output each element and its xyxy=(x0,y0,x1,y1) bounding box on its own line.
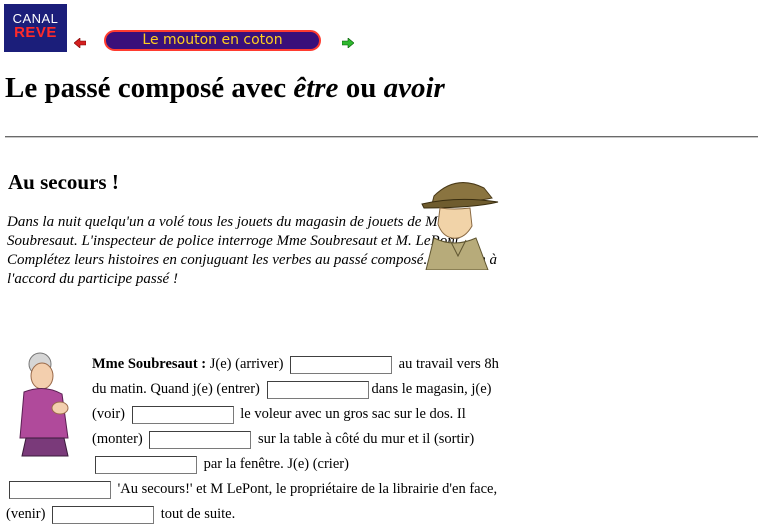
page-title: Le passé composé avec être ou avoir xyxy=(5,72,445,105)
speaker-label: Mme Soubresaut : xyxy=(92,356,207,372)
detective-illustration xyxy=(421,182,499,270)
blank-crier-input[interactable] xyxy=(9,480,111,499)
title-part-a: Le passé composé avec xyxy=(5,72,294,104)
page: CANAL REVE Le mouton en coton Le passé c… xyxy=(0,0,758,524)
section-title: Au secours ! xyxy=(8,170,119,194)
canal-reve-logo[interactable]: CANAL REVE xyxy=(4,4,67,52)
blank-arriver-input[interactable] xyxy=(290,355,393,374)
blank-venir-input[interactable] xyxy=(52,505,155,524)
title-part-ou: ou xyxy=(338,72,384,104)
blank-entrer-input[interactable] xyxy=(266,380,369,399)
blank-voir-input[interactable] xyxy=(131,405,234,424)
logo-line2: REVE xyxy=(14,24,57,41)
story-title-button[interactable]: Le mouton en coton xyxy=(104,30,321,51)
arrow-right-icon[interactable] xyxy=(342,38,354,48)
exercise-text-1: J(e) (arriver) xyxy=(206,356,288,372)
blank-monter-input[interactable] xyxy=(149,430,252,449)
horizontal-divider xyxy=(5,136,758,138)
logo-line1: CANAL xyxy=(12,11,59,26)
mme-soubresaut-illustration xyxy=(19,352,69,457)
exercise-text-8: tout de suite. xyxy=(157,506,236,522)
title-part-avoir: avoir xyxy=(383,72,445,104)
arrow-left-icon[interactable] xyxy=(74,38,86,48)
exercise-text-6: par la fenêtre. J(e) (crier) xyxy=(200,456,349,472)
exercise-full-width-lines: 'Au secours!' et M LePont, le propriétai… xyxy=(6,477,506,524)
blank-sortir-input[interactable] xyxy=(95,455,197,474)
exercise-text: Mme Soubresaut : J(e) (arriver) au trava… xyxy=(6,352,504,524)
title-part-etre: être xyxy=(293,72,339,104)
exercise-text-5: sur la table à côté du mur et il (sortir… xyxy=(254,431,475,447)
